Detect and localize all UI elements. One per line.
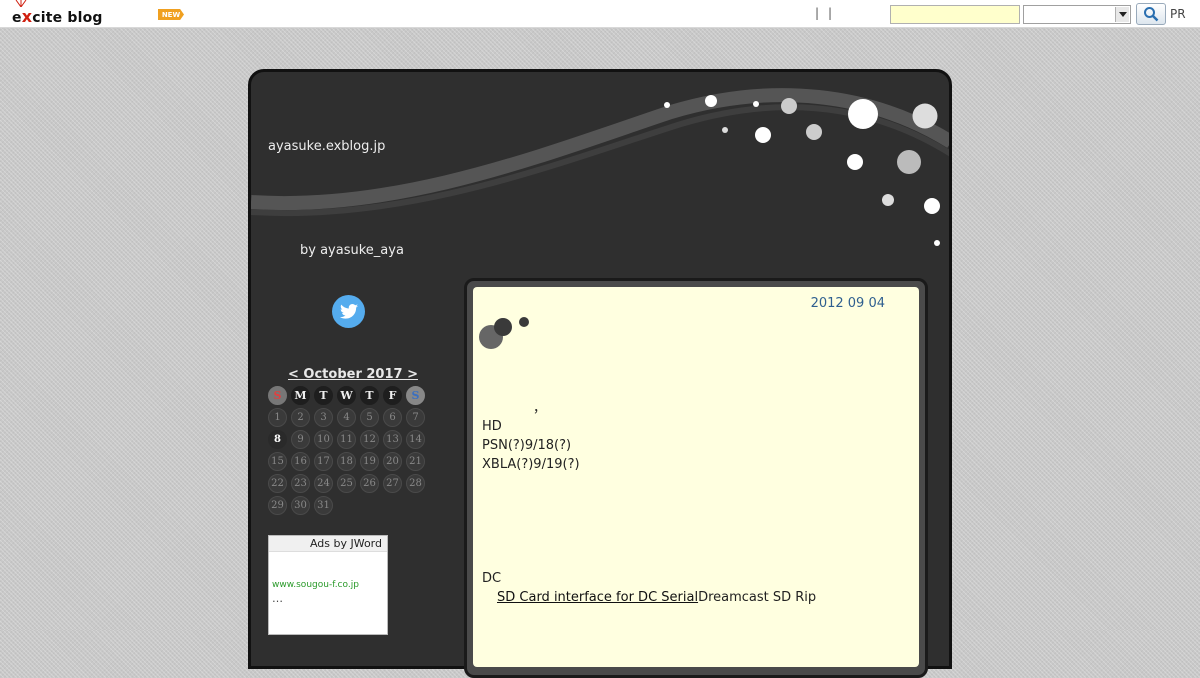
entry-date[interactable]: 2012 09 04 (811, 296, 885, 311)
logo-text-x: x (21, 7, 33, 26)
sd-card-interface-link[interactable]: SD Card interface for DC Serial (497, 590, 698, 605)
pr-label: PR (1170, 7, 1186, 21)
calendar-day: 2 (291, 408, 310, 427)
entry-line-psn: PSN(?)9/18(?) (482, 438, 572, 453)
separator: | (815, 6, 820, 20)
calendar-day: 1 (268, 408, 287, 427)
entry-panel: 2012 09 04 ， HD PSN(?)9/18(?) XBLA(?)9/1… (464, 278, 928, 678)
calendar-day: 12 (360, 430, 379, 449)
calendar-day: 9 (291, 430, 310, 449)
entry-body: 2012 09 04 ， HD PSN(?)9/18(?) XBLA(?)9/1… (473, 287, 919, 667)
calendar-day: 6 (383, 408, 402, 427)
calendar-day: 15 (268, 452, 287, 471)
logo-spark-icon (15, 0, 27, 7)
ad-header[interactable]: Ads by JWord (269, 536, 387, 552)
header-decoration (251, 88, 949, 246)
calendar-day: 14 (406, 430, 425, 449)
calendar-day: 26 (360, 474, 379, 493)
calendar-day: 17 (314, 452, 333, 471)
new-badge[interactable]: NEW (158, 9, 184, 20)
weekday-thu: T (360, 386, 379, 405)
calendar-day: 10 (314, 430, 333, 449)
calendar: < October 2017 > S M T W T F S 1 2 3 4 5… (268, 367, 438, 515)
calendar-day: 23 (291, 474, 310, 493)
weekday-fri: F (383, 386, 402, 405)
calendar-day: 27 (383, 474, 402, 493)
entry-line-hd: HD (482, 419, 502, 434)
calendar-day: 21 (406, 452, 425, 471)
calendar-day: 31 (314, 496, 333, 515)
entry-line-xbla: XBLA(?)9/19(?) (482, 457, 580, 472)
weekday-wed: W (337, 386, 356, 405)
calendar-day: 25 (337, 474, 356, 493)
calendar-day: 5 (360, 408, 379, 427)
calendar-day: 18 (337, 452, 356, 471)
search-button[interactable] (1136, 3, 1166, 25)
calendar-day: 11 (337, 430, 356, 449)
calendar-day-today[interactable]: 8 (268, 430, 287, 449)
separator: | (828, 6, 833, 20)
calendar-day: 19 (360, 452, 379, 471)
search-icon (1144, 7, 1159, 22)
weekday-mon: M (291, 386, 310, 405)
calendar-day: 20 (383, 452, 402, 471)
ad-url-link[interactable]: www.sougou-f.co.jp (272, 580, 359, 590)
chevron-down-icon[interactable] (1115, 7, 1129, 22)
twitter-button[interactable] (332, 295, 365, 328)
calendar-day: 3 (314, 408, 333, 427)
weekday-sat: S (406, 386, 425, 405)
calendar-day: 22 (268, 474, 287, 493)
calendar-grid: S M T W T F S 1 2 3 4 5 6 7 8 9 10 11 12… (268, 386, 438, 515)
calendar-day: 24 (314, 474, 333, 493)
entry-link-line: SD Card interface for DC SerialDreamcast… (497, 588, 816, 607)
calendar-day: 16 (291, 452, 310, 471)
ad-ellipsis: … (272, 592, 283, 605)
twitter-bird-icon (339, 304, 358, 319)
entry-comma: ， (533, 401, 547, 416)
calendar-day: 28 (406, 474, 425, 493)
search-input[interactable] (890, 5, 1020, 24)
calendar-month-nav[interactable]: < October 2017 > (268, 367, 438, 382)
logo-text-rest: cite blog (32, 10, 103, 26)
blog-byline: by ayasuke_aya (300, 243, 404, 258)
top-bar: e x cite blog NEW | | PR (0, 0, 1200, 28)
search-category-select[interactable] (1023, 5, 1131, 24)
weekday-sun: S (268, 386, 287, 405)
entry-link-suffix: Dreamcast SD Rip (698, 590, 817, 605)
entry-line-dc: DC (482, 571, 502, 586)
calendar-day: 4 (337, 408, 356, 427)
logo-text-e: e (12, 10, 22, 26)
calendar-day: 7 (406, 408, 425, 427)
weekday-tue: T (314, 386, 333, 405)
entry-bubbles-decoration (479, 317, 529, 349)
calendar-day: 29 (268, 496, 287, 515)
calendar-day: 13 (383, 430, 402, 449)
blog-title[interactable]: ayasuke.exblog.jp (268, 139, 385, 154)
ad-box[interactable]: Ads by JWord www.sougou-f.co.jp … (268, 535, 388, 635)
excite-blog-logo[interactable]: e x cite blog (12, 0, 103, 26)
calendar-day: 30 (291, 496, 310, 515)
